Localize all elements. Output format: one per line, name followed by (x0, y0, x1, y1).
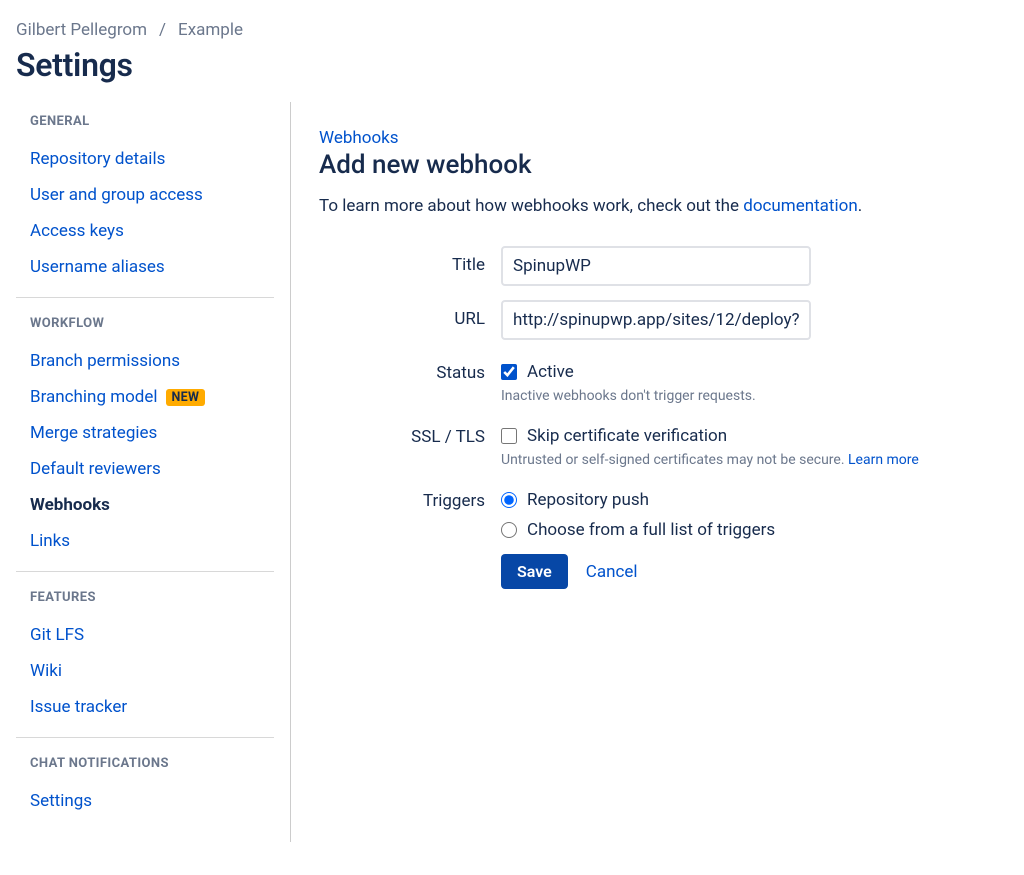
breadcrumb-separator: / (159, 20, 166, 40)
context-link-webhooks[interactable]: Webhooks (319, 128, 399, 148)
intro-text: To learn more about how webhooks work, c… (319, 196, 1008, 216)
url-input[interactable] (501, 300, 811, 340)
title-input[interactable] (501, 246, 811, 286)
new-badge: NEW (166, 389, 206, 406)
sidebar-section-general: GENERAL (16, 114, 274, 129)
ssl-skip-checkbox[interactable] (501, 428, 517, 444)
trigger-full-list-radio[interactable] (501, 522, 517, 538)
breadcrumb-user[interactable]: Gilbert Pellegrom (16, 20, 147, 40)
trigger-repo-push-radio[interactable] (501, 492, 517, 508)
main-content: Webhooks Add new webhook To learn more a… (291, 102, 1008, 842)
sidebar-item-username-aliases[interactable]: Username aliases (16, 249, 274, 285)
status-active-label: Active (527, 362, 574, 382)
learn-more-link[interactable]: Learn more (848, 452, 919, 468)
divider (16, 737, 274, 738)
sidebar-item-chat-settings[interactable]: Settings (16, 783, 274, 819)
divider (16, 571, 274, 572)
status-active-checkbox[interactable] (501, 364, 517, 380)
save-button[interactable]: Save (501, 554, 568, 589)
sidebar-item-user-group-access[interactable]: User and group access (16, 177, 274, 213)
title-label: Title (319, 246, 501, 275)
sidebar-item-branch-permissions[interactable]: Branch permissions (16, 343, 274, 379)
status-label: Status (319, 354, 501, 383)
sidebar-section-workflow: WORKFLOW (16, 316, 274, 331)
status-helper-text: Inactive webhooks don't trigger requests… (501, 388, 1008, 404)
sidebar-item-issue-tracker[interactable]: Issue tracker (16, 689, 274, 725)
trigger-repo-push-label: Repository push (527, 490, 649, 510)
sidebar-item-links[interactable]: Links (16, 523, 274, 559)
documentation-link[interactable]: documentation (743, 196, 857, 216)
sidebar-item-git-lfs[interactable]: Git LFS (16, 617, 274, 653)
ssl-helper-text: Untrusted or self-signed certificates ma… (501, 452, 1008, 468)
sidebar-item-default-reviewers[interactable]: Default reviewers (16, 451, 274, 487)
sidebar-item-access-keys[interactable]: Access keys (16, 213, 274, 249)
ssl-skip-label: Skip certificate verification (527, 426, 727, 446)
sidebar-item-webhooks[interactable]: Webhooks (16, 487, 274, 523)
sidebar-item-repository-details[interactable]: Repository details (16, 141, 274, 177)
triggers-label: Triggers (319, 482, 501, 511)
sidebar-item-wiki[interactable]: Wiki (16, 653, 274, 689)
ssl-label: SSL / TLS (319, 418, 501, 447)
sidebar-section-chat-notifications: CHAT NOTIFICATIONS (16, 756, 274, 771)
divider (16, 297, 274, 298)
page-title: Settings (16, 46, 1008, 84)
url-label: URL (319, 300, 501, 329)
settings-sidebar: GENERAL Repository details User and grou… (16, 102, 291, 842)
sidebar-item-merge-strategies[interactable]: Merge strategies (16, 415, 274, 451)
sidebar-item-branching-model[interactable]: Branching model NEW (16, 379, 274, 415)
sidebar-section-features: FEATURES (16, 590, 274, 605)
cancel-button[interactable]: Cancel (586, 562, 638, 582)
breadcrumb: Gilbert Pellegrom / Example (16, 16, 1008, 40)
breadcrumb-repo[interactable]: Example (178, 20, 243, 40)
trigger-full-list-label: Choose from a full list of triggers (527, 520, 775, 540)
form-title: Add new webhook (319, 150, 1008, 180)
